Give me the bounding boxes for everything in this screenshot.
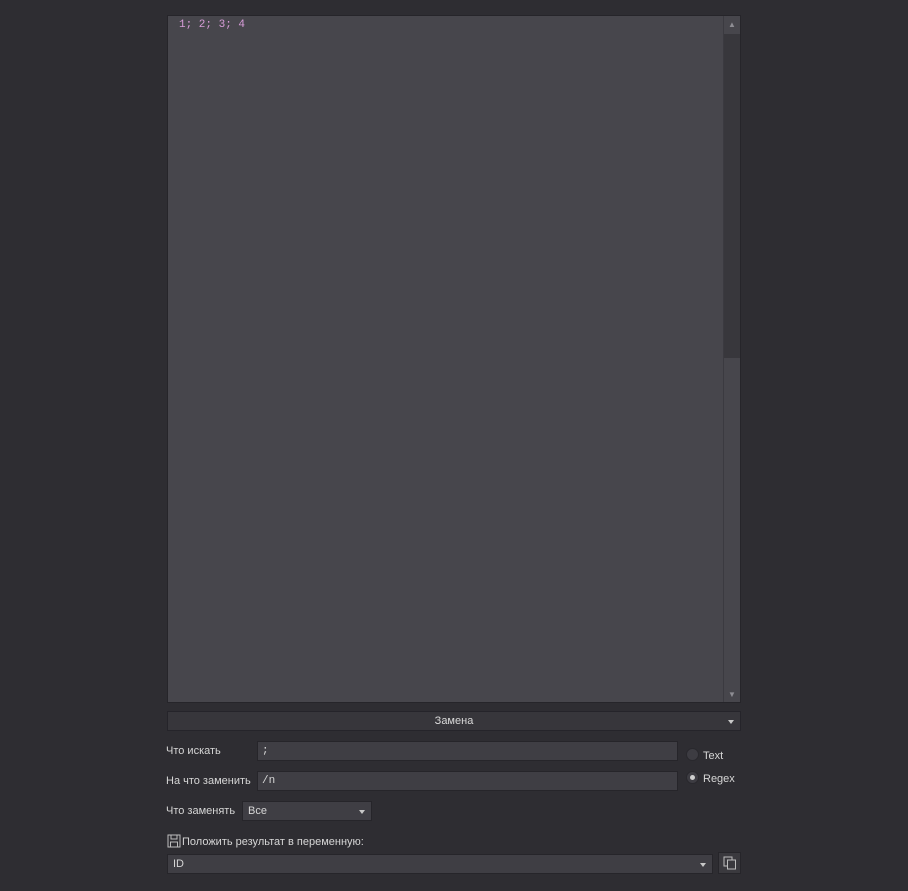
editor-content[interactable]: 1; 2; 3; 4: [179, 18, 245, 32]
scroll-thumb[interactable]: [724, 34, 740, 358]
copy-icon: [723, 856, 736, 870]
vertical-scrollbar[interactable]: ▲ ▼: [723, 16, 740, 702]
radio-selected-dot: [690, 775, 695, 780]
chevron-down-icon: [700, 863, 706, 867]
replace-scope-label: Что заменять: [166, 805, 236, 817]
radio-regex-label[interactable]: Regex: [703, 773, 735, 785]
text-editor[interactable]: 1; 2; 3; 4 ▲ ▼: [167, 15, 741, 703]
save-icon: [167, 834, 181, 848]
find-input[interactable]: ;: [257, 741, 678, 761]
result-variable-value: ID: [173, 858, 184, 870]
replace-label: На что заменить: [166, 775, 251, 787]
result-variable-label: Положить результат в переменную:: [182, 836, 364, 848]
replace-scope-select[interactable]: Все: [242, 801, 372, 821]
result-variable-select[interactable]: ID: [167, 854, 713, 874]
arrow-up-icon[interactable]: ▲: [724, 16, 740, 32]
replace-input[interactable]: /n: [257, 771, 678, 791]
radio-regex[interactable]: [686, 771, 699, 784]
chevron-down-icon: [728, 720, 734, 724]
copy-button[interactable]: [718, 852, 741, 874]
mode-dropdown-value: Замена: [434, 715, 474, 727]
find-label: Что искать: [166, 745, 221, 757]
radio-text-label[interactable]: Text: [703, 750, 723, 762]
mode-dropdown[interactable]: Замена: [167, 711, 741, 731]
arrow-down-icon[interactable]: ▼: [724, 686, 740, 702]
radio-text[interactable]: [686, 748, 699, 761]
replace-scope-value: Все: [248, 805, 267, 817]
chevron-down-icon: [359, 810, 365, 814]
